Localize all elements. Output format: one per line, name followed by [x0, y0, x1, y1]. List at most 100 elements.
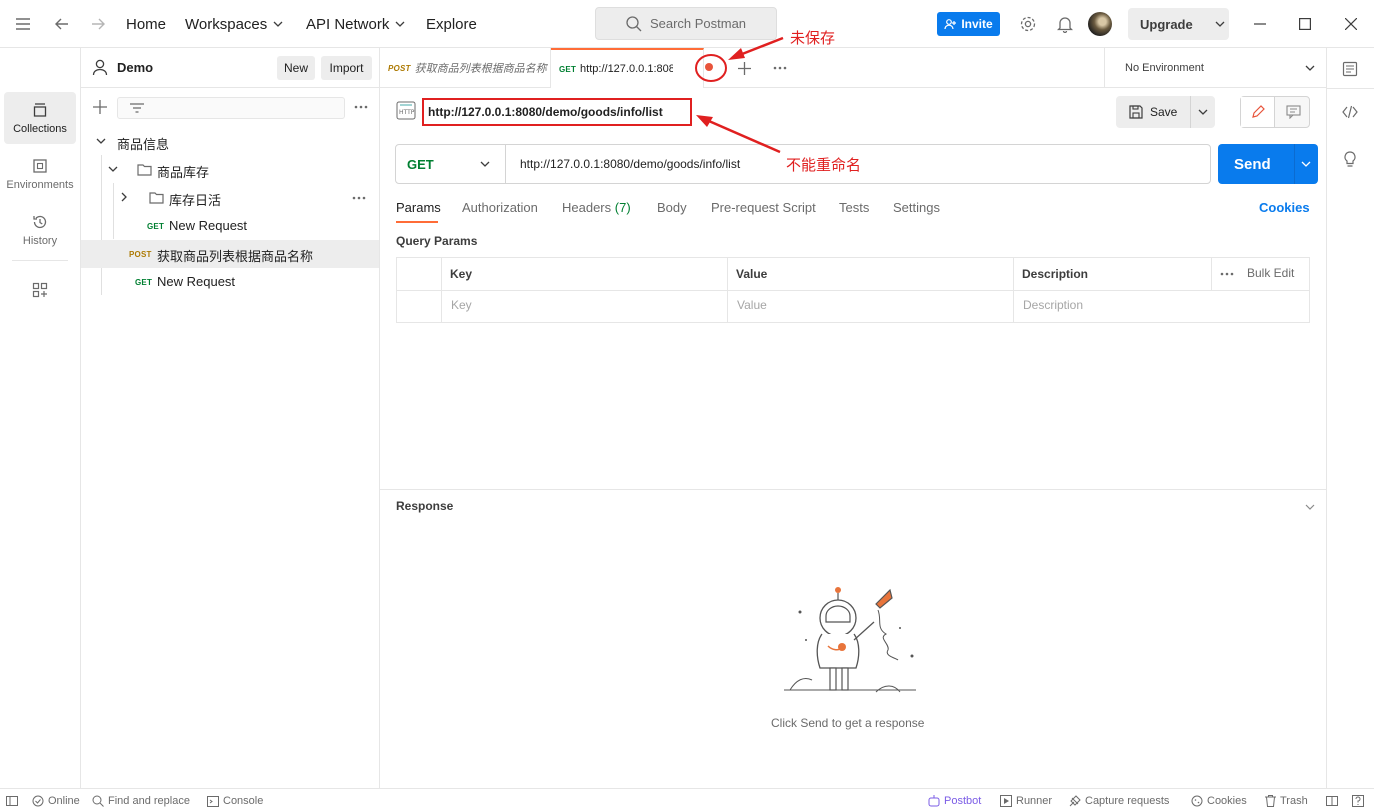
tab-params[interactable]: Params — [396, 200, 441, 224]
code-icon[interactable] — [1341, 103, 1359, 121]
menu-icon[interactable] — [12, 14, 34, 34]
rail-history[interactable]: History — [4, 204, 76, 256]
request-name: New Request — [169, 218, 248, 233]
close-window-icon[interactable] — [1341, 14, 1361, 34]
tab-body[interactable]: Body — [657, 200, 687, 224]
upgrade-button[interactable]: Upgrade — [1128, 8, 1229, 40]
comments-icon[interactable] — [1276, 97, 1310, 127]
astronaut-illustration — [784, 587, 916, 693]
new-button[interactable]: New — [277, 56, 315, 80]
edit-pencil-icon[interactable] — [1241, 97, 1275, 127]
url-input[interactable]: http://127.0.0.1:8080/demo/goods/info/li… — [520, 157, 740, 171]
save-button[interactable]: Save — [1116, 96, 1215, 128]
method-select[interactable]: GET — [396, 145, 506, 183]
more-tabs-icon[interactable] — [772, 66, 788, 70]
rail-apps[interactable] — [4, 266, 76, 314]
tab-headers[interactable]: Headers (7) — [562, 200, 631, 224]
environment-selector[interactable]: No Environment — [1104, 48, 1326, 88]
unsaved-dot-icon — [705, 63, 713, 71]
trash-button[interactable]: Trash — [1265, 789, 1308, 812]
more-options-icon[interactable] — [352, 196, 366, 200]
notification-bell-icon[interactable] — [1054, 13, 1076, 35]
request-item[interactable]: GET New Request — [81, 268, 379, 296]
more-options-icon[interactable] — [1220, 272, 1234, 276]
key-input[interactable]: Key — [451, 298, 472, 312]
nav-api-network[interactable]: API Network — [306, 0, 405, 48]
add-collection-icon[interactable] — [91, 98, 109, 116]
import-button[interactable]: Import — [321, 56, 372, 80]
bulk-edit-button[interactable]: Bulk Edit — [1247, 266, 1294, 280]
search-icon — [92, 795, 104, 807]
maximize-window-icon[interactable] — [1295, 14, 1315, 34]
nav-home[interactable]: Home — [126, 0, 166, 48]
avatar[interactable] — [1088, 12, 1112, 36]
search-input[interactable]: Search Postman — [595, 7, 777, 40]
invite-button[interactable]: Invite — [937, 12, 1000, 36]
postbot-button[interactable]: Postbot — [928, 789, 981, 812]
request-name-title[interactable]: http://127.0.0.1:8080/demo/goods/info/li… — [422, 98, 692, 126]
response-pane: Response Click Send to get a response — [380, 489, 1326, 788]
workspace-name[interactable]: Demo — [117, 60, 153, 75]
query-params-title: Query Params — [396, 234, 478, 248]
cookies-button[interactable]: Cookies — [1191, 789, 1247, 812]
capture-requests-button[interactable]: Capture requests — [1069, 789, 1169, 812]
rail-collections[interactable]: Collections — [4, 92, 76, 144]
description-input[interactable]: Description — [1023, 298, 1083, 312]
help-icon[interactable] — [1352, 789, 1364, 812]
history-icon — [33, 215, 47, 228]
settings-gear-icon[interactable] — [1017, 13, 1039, 35]
send-button[interactable]: Send — [1218, 144, 1318, 184]
value-input[interactable]: Value — [737, 298, 767, 312]
rail-environments[interactable]: Environments — [4, 148, 76, 200]
chevron-down-icon[interactable] — [1305, 504, 1315, 510]
status-bar: Online Find and replace Console Postbot … — [0, 788, 1374, 812]
request-item[interactable]: GET New Request — [81, 212, 379, 240]
toggle-sidebar-icon[interactable] — [6, 789, 18, 812]
tab-authorization[interactable]: Authorization — [462, 200, 538, 224]
find-and-replace-button[interactable]: Find and replace — [92, 789, 190, 812]
annotation-unsaved: 未保存 — [790, 30, 836, 47]
column-header-description: Description — [1022, 267, 1089, 281]
tab-title: http://127.0.0.1:8080/demo/goods/info/li… — [580, 63, 673, 75]
chevron-down-icon — [480, 161, 490, 167]
new-tab-plus-icon[interactable] — [736, 60, 752, 76]
collection-item[interactable]: 商品信息 — [81, 128, 379, 156]
tab-bar: POST 获取商品列表根据商品名称 GET http://127.0.0.1:8… — [380, 48, 1326, 88]
folder-item[interactable]: 商品库存 — [81, 156, 379, 184]
subfolder-item[interactable]: 库存日活 — [81, 184, 379, 212]
minimize-window-icon[interactable] — [1250, 14, 1270, 34]
tab-tests[interactable]: Tests — [839, 200, 869, 224]
back-arrow-icon[interactable] — [52, 14, 72, 34]
request-name: 获取商品列表根据商品名称 — [157, 249, 314, 264]
nav-explore[interactable]: Explore — [426, 0, 477, 48]
search-placeholder: Search Postman — [649, 16, 747, 31]
tab-get-request[interactable]: GET http://127.0.0.1:8080/demo/goods/inf… — [551, 48, 704, 88]
column-header-key: Key — [450, 267, 473, 281]
lightbulb-icon[interactable] — [1341, 150, 1359, 168]
online-status[interactable]: Online — [32, 789, 80, 812]
right-rail — [1326, 48, 1374, 788]
filter-input[interactable] — [117, 97, 345, 119]
apps-grid-icon — [32, 282, 48, 298]
tab-settings[interactable]: Settings — [893, 200, 940, 224]
nav-workspaces[interactable]: Workspaces — [185, 0, 283, 48]
environment-quicklook-icon[interactable] — [1341, 60, 1359, 78]
request-item-selected[interactable]: POST 获取商品列表根据商品名称 — [81, 240, 379, 268]
tab-pre-request-script[interactable]: Pre-request Script — [711, 200, 816, 224]
subfolder-name: 库存日活 — [169, 193, 222, 208]
user-icon — [92, 59, 108, 76]
chevron-down-icon[interactable] — [1198, 109, 1208, 115]
console-button[interactable]: Console — [207, 789, 263, 812]
collection-name: 商品信息 — [117, 137, 170, 152]
chevron-down-icon — [273, 21, 283, 27]
chevron-down-icon[interactable] — [1301, 161, 1311, 167]
two-pane-view-icon[interactable] — [1326, 789, 1338, 812]
more-options-icon[interactable] — [351, 100, 371, 114]
forward-arrow-icon[interactable] — [88, 14, 108, 34]
cookies-link[interactable]: Cookies — [1259, 200, 1310, 224]
cookie-icon — [1191, 795, 1203, 807]
runner-button[interactable]: Runner — [1000, 789, 1052, 812]
filter-icon — [130, 103, 144, 113]
tab-post-request[interactable]: POST 获取商品列表根据商品名称 — [380, 48, 551, 88]
view-toggle — [1240, 96, 1310, 128]
